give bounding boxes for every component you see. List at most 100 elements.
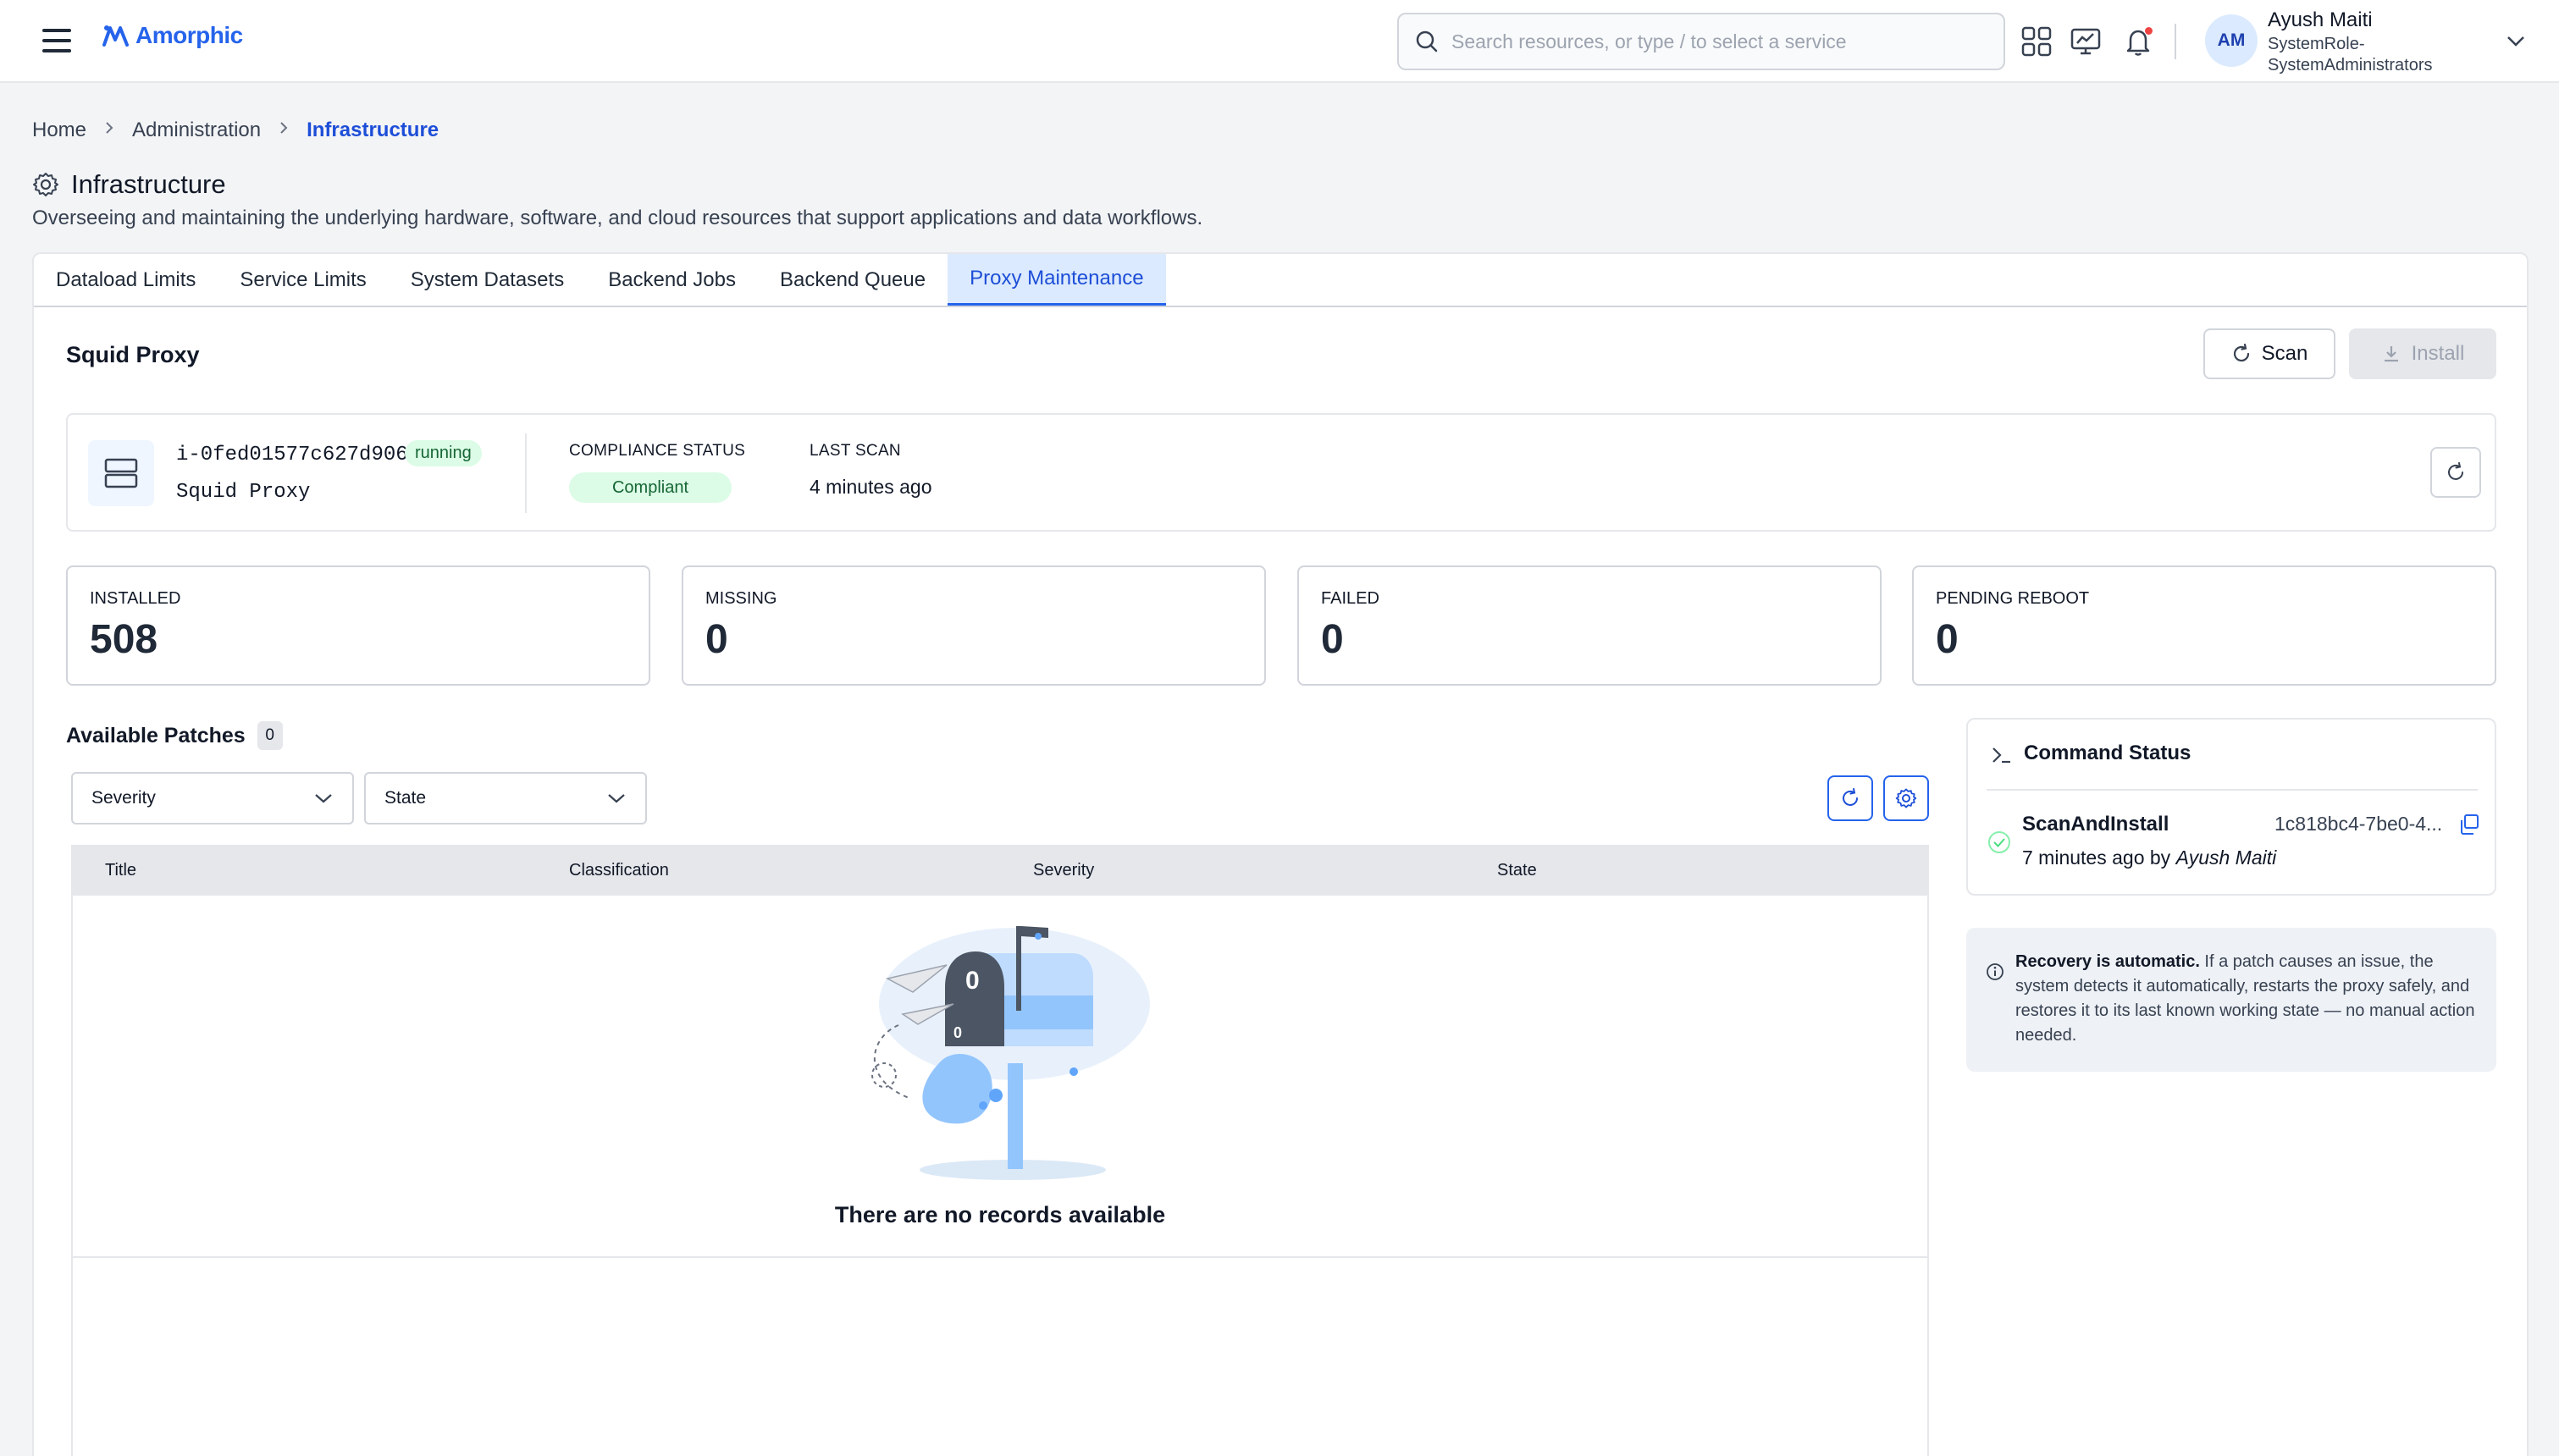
table-header: Title Classification Severity State — [73, 845, 1927, 896]
download-icon — [2384, 346, 2398, 362]
stat-value: 0 — [1321, 617, 1344, 662]
check-circle-icon — [1988, 831, 2010, 853]
stat-label: PENDING REBOOT — [1936, 589, 2090, 608]
server-icon — [88, 440, 154, 506]
section-title: Squid Proxy — [66, 342, 200, 367]
tab-bar: Dataload Limits Service Limits System Da… — [34, 254, 2527, 307]
compliance-label: COMPLIANCE STATUS — [569, 442, 746, 460]
notification-dot — [2145, 27, 2153, 35]
severity-filter[interactable]: Severity — [71, 772, 354, 825]
command-user: Ayush Maiti — [2175, 847, 2277, 869]
stat-label: MISSING — [705, 589, 777, 608]
scan-button[interactable]: Scan — [2203, 328, 2335, 379]
command-name: ScanAndInstall — [2022, 813, 2169, 836]
refresh-instance-button[interactable] — [2430, 447, 2481, 498]
command-status-title: Command Status — [2024, 742, 2191, 764]
column-header-title[interactable]: Title — [105, 861, 136, 880]
app-name: Amorphic — [135, 22, 243, 48]
divider — [1987, 789, 2478, 791]
copy-icon[interactable] — [2457, 813, 2481, 836]
refresh-table-button[interactable] — [1827, 775, 1873, 821]
last-scan-value: 4 minutes ago — [810, 476, 932, 498]
recovery-info-bold: Recovery is automatic. — [2015, 952, 2200, 971]
severity-filter-label: Severity — [91, 788, 156, 808]
column-header-state[interactable]: State — [1497, 861, 1537, 880]
apps-grid-icon[interactable] — [2020, 25, 2053, 58]
amorphic-logo-icon — [102, 25, 129, 47]
refresh-icon — [2233, 344, 2249, 361]
command-time: 7 minutes ago by Ayush Maiti — [2022, 847, 2276, 869]
divider — [525, 433, 527, 513]
empty-state: 0 0 There are no records available — [73, 896, 1927, 1258]
top-bar: Amorphic AM Ayush Maiti Syst — [0, 0, 2559, 83]
page-description: Overseeing and maintaining the underlyin… — [32, 207, 1203, 229]
info-icon — [1987, 963, 2004, 980]
divider — [2175, 24, 2176, 59]
recovery-info-panel: Recovery is automatic. If a patch causes… — [1966, 928, 2496, 1072]
svg-text:0: 0 — [953, 1024, 962, 1041]
patches-title: Available Patches — [66, 723, 246, 747]
chevron-right-icon — [103, 119, 115, 142]
stat-label: INSTALLED — [90, 589, 181, 608]
terminal-icon — [1992, 747, 2010, 764]
instance-name: Squid Proxy — [176, 481, 311, 504]
column-header-severity[interactable]: Severity — [1033, 861, 1094, 880]
chevron-right-icon — [278, 119, 290, 142]
instance-summary: i-0fed01577c627d906 running Squid Proxy … — [66, 413, 2496, 532]
content-card: Dataload Limits Service Limits System Da… — [32, 252, 2529, 1456]
search-icon — [1416, 30, 1438, 52]
tab-service-limits[interactable]: Service Limits — [218, 254, 388, 306]
breadcrumb-home[interactable]: Home — [32, 119, 86, 142]
stat-installed: INSTALLED 508 — [66, 565, 650, 686]
chevron-down-icon — [315, 794, 332, 803]
command-id: 1c818bc4-7be0-4... — [2274, 813, 2443, 835]
state-filter[interactable]: State — [364, 772, 647, 825]
user-role: SystemRole-SystemAdministrators — [2268, 35, 2433, 74]
patches-count-badge: 0 — [257, 721, 283, 750]
command-status-panel: Command Status ScanAndInstall 1c818bc4-7… — [1966, 718, 2496, 896]
command-time-text: 7 minutes ago by — [2022, 847, 2171, 869]
tab-backend-queue[interactable]: Backend Queue — [758, 254, 948, 306]
page-title: Infrastructure — [71, 169, 226, 199]
search-input[interactable] — [1451, 30, 1976, 53]
column-header-classification[interactable]: Classification — [569, 861, 669, 880]
global-search[interactable] — [1397, 13, 2005, 70]
refresh-icon — [2448, 462, 2463, 480]
breadcrumb-current: Infrastructure — [307, 119, 439, 141]
recovery-info-text: Recovery is automatic. If a patch causes… — [2015, 950, 2481, 1048]
install-label: Install — [2411, 342, 2465, 365]
menu-icon[interactable] — [42, 29, 71, 54]
breadcrumb: Home Administration Infrastructure — [32, 119, 439, 142]
breadcrumb-administration[interactable]: Administration — [132, 119, 261, 142]
notifications-bell-icon[interactable] — [2122, 25, 2154, 58]
patches-table: Title Classification Severity State 0 0 — [71, 845, 1929, 1456]
tab-dataload-limits[interactable]: Dataload Limits — [34, 254, 218, 306]
monitor-chart-icon[interactable] — [2070, 25, 2102, 58]
gear-icon — [33, 173, 58, 196]
scan-label: Scan — [2261, 342, 2308, 365]
install-button[interactable]: Install — [2349, 328, 2496, 379]
instance-id: i-0fed01577c627d906 — [176, 444, 408, 466]
refresh-icon — [1843, 788, 1858, 806]
stat-pending-reboot: PENDING REBOOT 0 — [1912, 565, 2496, 686]
app-logo[interactable]: Amorphic — [102, 22, 243, 49]
page-header: Infrastructure — [32, 169, 226, 200]
avatar[interactable]: AM — [2205, 14, 2258, 67]
tab-backend-jobs[interactable]: Backend Jobs — [586, 254, 758, 306]
stat-value: 0 — [1936, 617, 1959, 662]
status-badge: running — [405, 440, 482, 466]
stat-label: FAILED — [1321, 589, 1379, 608]
stat-value: 508 — [90, 617, 158, 662]
chevron-down-icon[interactable] — [2505, 32, 2527, 53]
tab-system-datasets[interactable]: System Datasets — [389, 254, 586, 306]
stat-missing: MISSING 0 — [682, 565, 1266, 686]
tab-proxy-maintenance[interactable]: Proxy Maintenance — [948, 254, 1166, 306]
chevron-down-icon — [608, 794, 625, 803]
last-scan-label: LAST SCAN — [810, 442, 901, 460]
table-settings-button[interactable] — [1883, 775, 1929, 821]
user-name: Ayush Maiti — [2268, 8, 2373, 31]
empty-mailbox-illustration: 0 0 — [871, 926, 1150, 1180]
stat-failed: FAILED 0 — [1297, 565, 1882, 686]
state-filter-label: State — [384, 788, 427, 808]
empty-state-text: There are no records available — [834, 1202, 1166, 1227]
